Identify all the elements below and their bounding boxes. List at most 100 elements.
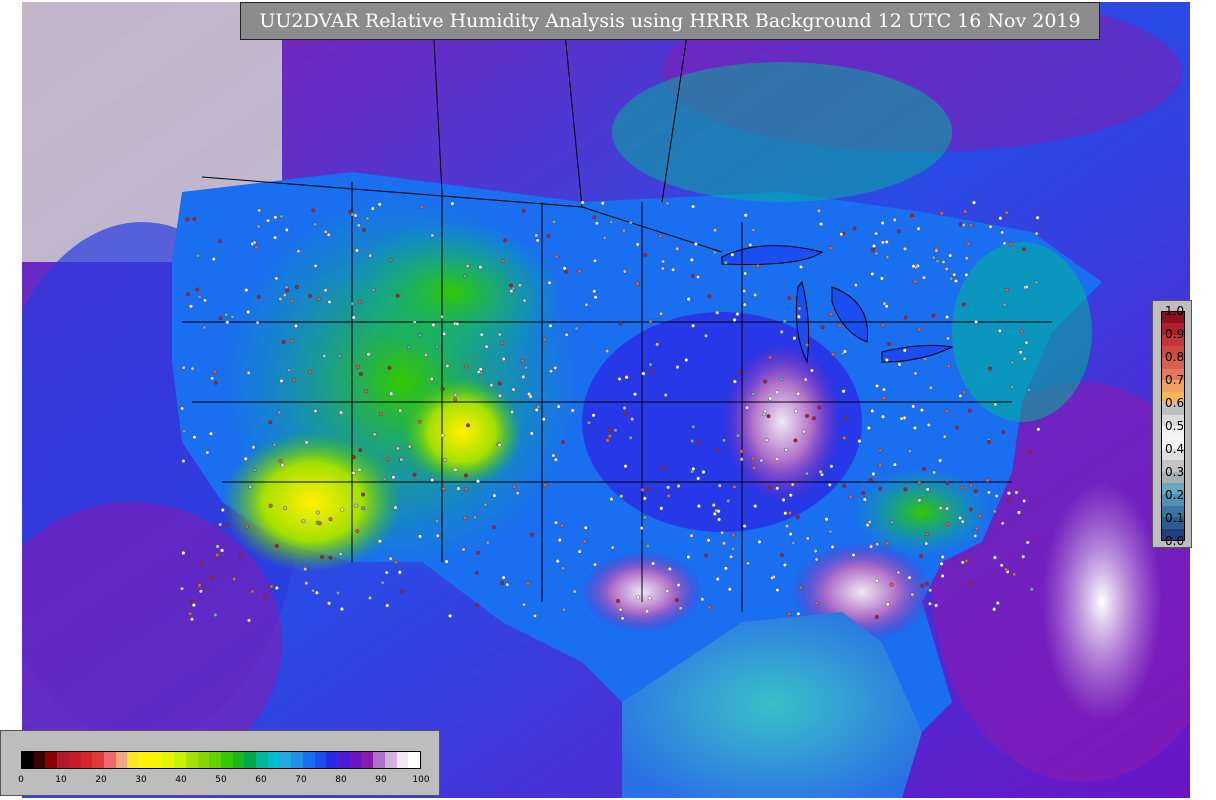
observation-marker: [445, 363, 450, 368]
observation-marker: [202, 298, 207, 303]
observation-marker: [696, 275, 701, 280]
observation-marker: [564, 332, 569, 337]
observation-marker: [788, 493, 793, 498]
rh-colorbar-tick-label: 90: [375, 775, 387, 785]
observation-marker: [824, 517, 829, 522]
observation-marker: [364, 389, 369, 394]
observation-marker: [1010, 360, 1015, 365]
obs-colorbar: 0.0 0.1 0.2 0.3 0.4 0.5 0.6 0.7 0.8 0.9 1.0: [1152, 300, 1192, 548]
observation-marker: [1036, 427, 1041, 432]
observation-marker: [1034, 231, 1039, 236]
observation-marker: [730, 252, 735, 257]
observation-marker: [594, 221, 599, 226]
observation-marker: [949, 276, 954, 281]
observation-marker: [268, 420, 273, 425]
observation-marker: [358, 300, 363, 305]
observation-marker: [1004, 287, 1009, 292]
observation-marker: [768, 355, 773, 360]
observation-marker: [640, 487, 645, 492]
obs-colorbar-tick-label: 0.0: [1165, 534, 1185, 548]
observation-marker: [696, 476, 701, 481]
observation-marker: [1000, 230, 1005, 235]
observation-marker: [925, 532, 930, 537]
observation-marker: [939, 211, 944, 216]
observation-marker: [967, 582, 972, 587]
observation-marker: [389, 391, 394, 396]
observation-marker: [340, 507, 345, 512]
observation-marker: [902, 348, 907, 353]
observation-marker: [484, 344, 489, 349]
observation-marker: [256, 295, 261, 300]
observation-marker: [556, 404, 561, 409]
observation-marker: [605, 438, 610, 443]
observation-marker: [796, 611, 801, 616]
observation-marker: [784, 447, 789, 452]
observation-marker: [198, 589, 203, 594]
observation-marker: [913, 279, 918, 284]
observation-marker: [964, 558, 969, 563]
observation-marker: [430, 233, 435, 238]
observation-marker: [283, 506, 288, 511]
observation-marker: [181, 365, 186, 370]
observation-marker: [243, 456, 248, 461]
observation-marker: [268, 503, 273, 508]
observation-marker: [884, 239, 889, 244]
observation-marker: [839, 232, 844, 237]
obs-colorbar-tick-label: 0.3: [1165, 465, 1185, 479]
observation-marker: [512, 484, 517, 489]
observation-marker: [188, 304, 193, 309]
observation-marker: [274, 276, 279, 281]
observation-marker: [938, 458, 943, 463]
observation-marker: [1000, 521, 1005, 526]
observation-marker: [878, 463, 883, 468]
observation-marker: [903, 246, 908, 251]
observation-marker: [462, 274, 467, 279]
observation-marker: [520, 359, 525, 364]
observation-marker: [779, 376, 784, 381]
observation-marker: [704, 553, 709, 558]
observation-marker: [968, 507, 973, 512]
observation-marker: [963, 209, 968, 214]
observation-marker: [279, 214, 284, 219]
observation-marker: [609, 497, 614, 502]
observation-marker: [696, 504, 701, 509]
observation-marker: [713, 228, 718, 233]
observation-marker: [492, 493, 497, 498]
observation-marker: [686, 297, 691, 302]
observation-marker: [809, 368, 814, 373]
observation-marker: [871, 247, 876, 252]
observation-marker: [218, 522, 223, 527]
observation-marker: [246, 370, 251, 375]
observation-marker: [266, 218, 271, 223]
observation-marker: [406, 345, 411, 350]
rh-colorbar-swatch: [349, 752, 362, 768]
observation-marker: [693, 242, 698, 247]
observation-marker: [955, 425, 960, 430]
observation-marker: [492, 525, 497, 530]
observation-marker: [696, 440, 701, 445]
observation-marker: [252, 468, 257, 473]
observation-marker: [675, 246, 680, 251]
observation-marker: [624, 412, 629, 417]
observation-marker: [301, 519, 306, 524]
observation-marker: [224, 312, 229, 317]
observation-marker: [985, 478, 990, 483]
observation-marker: [881, 414, 886, 419]
observation-marker: [358, 371, 363, 376]
obs-colorbar-tick-label: 0.4: [1165, 442, 1185, 456]
observation-marker: [757, 539, 762, 544]
observation-marker: [928, 588, 933, 593]
observation-marker: [489, 383, 494, 388]
observation-marker: [661, 259, 666, 264]
observation-marker: [751, 227, 756, 232]
observation-marker: [917, 327, 922, 332]
observation-marker: [304, 581, 309, 586]
observation-marker: [551, 453, 556, 458]
observation-marker: [926, 423, 931, 428]
observation-marker: [605, 349, 610, 354]
observation-marker: [600, 201, 605, 206]
observation-marker: [355, 529, 360, 534]
observation-marker: [1022, 247, 1027, 252]
rh-analysis-map[interactable]: [22, 2, 1190, 798]
observation-marker: [272, 442, 277, 447]
